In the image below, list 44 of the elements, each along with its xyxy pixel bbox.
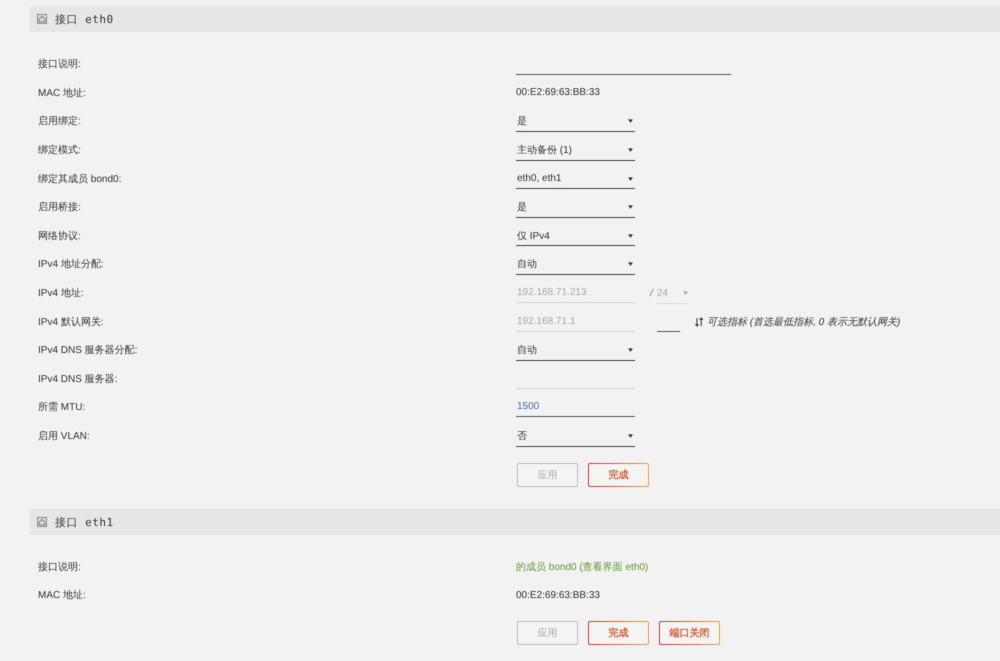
house-icon — [37, 14, 47, 24]
caret-icon — [682, 291, 688, 296]
dropdown[interactable]: 是 — [516, 198, 635, 218]
field-label: 启用绑定: — [38, 114, 81, 128]
sort-icon — [694, 316, 704, 327]
dropdown[interactable]: eth0, eth1 — [516, 169, 635, 190]
field-value: 00:E2:69:63:BB:33 — [516, 590, 600, 601]
member-note: 的成员 bond0 (查看界面 eth0) — [516, 560, 648, 574]
caret-icon — [628, 348, 633, 352]
text-field[interactable]: 1500 — [516, 397, 635, 418]
field-label: IPv4 地址: — [38, 286, 84, 300]
field-label: 接口说明: — [38, 58, 81, 72]
dropdown[interactable]: 是 — [516, 112, 635, 132]
caret-icon — [628, 148, 633, 152]
field-label: 网络协议: — [38, 230, 81, 243]
field-value: 00:E2:69:63:BB:33 — [516, 87, 600, 98]
section-title: 接口 eth1 — [55, 514, 114, 530]
field-label: IPv4 DNS 服务器分配: — [38, 344, 138, 358]
field-label: MAC 地址: — [38, 588, 86, 602]
field-label: 启用 VLAN: — [38, 430, 90, 444]
dropdown[interactable]: 主动备份 (1) — [516, 140, 635, 161]
caret-icon — [628, 176, 633, 181]
field-label: 所需 MTU: — [38, 400, 86, 414]
dropdown[interactable]: 自动 — [516, 340, 635, 361]
caret-icon — [628, 119, 633, 124]
field-label: 绑定其成员 bond0: — [38, 172, 122, 186]
field-label: MAC 地址: — [38, 86, 86, 100]
field-label: 绑定模式: — [38, 144, 81, 158]
dropdown[interactable]: 自动 — [516, 254, 635, 275]
house-icon — [37, 517, 47, 528]
separator-text: / — [650, 288, 653, 299]
field-label: 启用桥接: — [38, 200, 81, 214]
dropdown[interactable]: 否 — [516, 426, 635, 447]
section-title: 接口 eth0 — [55, 12, 114, 26]
field-label: IPv4 DNS 服务器: — [38, 372, 118, 386]
dropdown[interactable]: 仅 IPv4 — [516, 226, 635, 246]
caret-icon — [628, 234, 633, 238]
caret-icon — [628, 262, 633, 266]
field-label: IPv4 默认网关: — [38, 316, 104, 329]
hint-text: 可选指标 (首选最低指标, 0 表示无默认网关) — [707, 316, 900, 329]
field-label: IPv4 地址分配: — [38, 258, 104, 272]
caret-icon — [628, 434, 633, 438]
caret-icon — [628, 205, 633, 210]
field-label: 接口说明: — [38, 560, 81, 574]
